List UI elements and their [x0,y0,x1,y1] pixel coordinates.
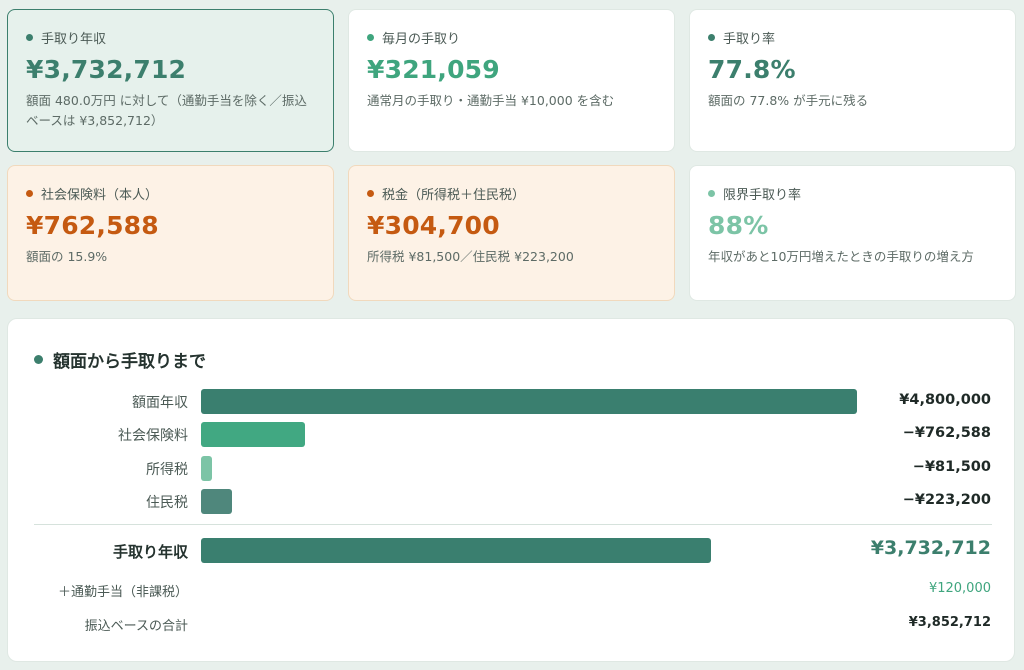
card-net-annual-income: 手取り年収 ¥3,732,712 額面 480.0万円 に対して（通勤手当を除く… [7,9,334,152]
breakdown-row-transfer: 振込ベースの合計 ¥3,852,712 [8,609,1014,639]
breakdown-panel: 額面から手取りまで 額面年収 ¥4,800,000 社会保険料 −¥762,58… [7,318,1015,662]
breakdown-row-social-insurance: 社会保険料 −¥762,588 [8,419,1014,449]
row-value: ¥3,732,712 [870,537,991,559]
card-subtext: 額面の 15.9% [26,249,108,264]
bar-net [201,538,712,563]
card-subtext: 年収があと10万円増えたときの手取りの増え方 [708,249,974,264]
card-value: ¥3,732,712 [26,55,187,84]
card-header: 社会保険料（本人） [26,184,315,203]
card-label: 毎月の手取り [382,31,461,47]
row-value: −¥762,588 [902,425,991,441]
row-value: ¥4,800,000 [899,392,991,408]
card-net-rate: 手取り率 77.8% 額面の 77.8% が手元に残る [689,9,1016,152]
card-subtext: 額面の 77.8% が手元に残る [708,93,869,108]
card-value: ¥321,059 [367,55,500,84]
card-label: 手取り率 [723,31,776,47]
bar-track [201,456,857,481]
breakdown-title-text: 額面から手取りまで [53,352,206,372]
card-value: 88% [708,211,769,240]
status-dot-icon [26,189,33,197]
bar-resident-tax [201,489,232,514]
status-dot-icon [26,33,33,41]
breakdown-row-net: 手取り年収 ¥3,732,712 [8,535,1014,565]
card-value: ¥304,700 [367,211,500,240]
breakdown-row-commute: ＋通勤手当（非課税） ¥120,000 [8,575,1014,605]
bar-gross [201,389,857,414]
bar-track [201,389,857,414]
row-label: ＋通勤手当（非課税） [57,585,188,600]
card-label: 税金（所得税＋住民税） [382,187,526,203]
status-dot-icon [34,355,43,364]
divider [34,524,992,525]
breakdown-row-income-tax: 所得税 −¥81,500 [8,453,1014,483]
card-header: 限界手取り率 [708,184,997,203]
row-value: ¥3,852,712 [908,615,991,630]
card-subtext: 所得税 ¥81,500／住民税 ¥223,200 [367,249,574,264]
card-marginal-rate: 限界手取り率 88% 年収があと10万円増えたときの手取りの増え方 [689,165,1016,301]
row-label: 額面年収 [132,395,188,411]
row-value: −¥223,200 [902,492,991,508]
card-value: ¥762,588 [26,211,159,240]
row-value: ¥120,000 [928,581,991,596]
row-label: 振込ベースの合計 [84,619,188,634]
card-header: 手取り率 [708,28,997,47]
card-value: 77.8% [708,55,796,84]
card-label: 社会保険料（本人） [41,187,159,203]
card-header: 毎月の手取り [367,28,656,47]
card-subtext: 通常月の手取り・通勤手当 ¥10,000 を含む [367,93,615,108]
bar-track [201,538,857,563]
status-dot-icon [367,33,374,41]
card-social-insurance: 社会保険料（本人） ¥762,588 額面の 15.9% [7,165,334,301]
bar-social-insurance [201,422,306,447]
row-label: 社会保険料 [118,428,188,444]
status-dot-icon [367,189,374,197]
card-label: 手取り年収 [41,31,107,47]
card-subtext: 額面 480.0万円 に対して（通勤手当を除く／振込ベースは ¥3,852,71… [26,93,307,128]
row-label: 住民税 [146,495,188,511]
card-header: 手取り年収 [26,28,315,47]
status-dot-icon [708,189,715,197]
bar-track [201,422,857,447]
card-label: 限界手取り率 [723,187,802,203]
card-monthly-net: 毎月の手取り ¥321,059 通常月の手取り・通勤手当 ¥10,000 を含む [348,9,675,152]
bar-income-tax [201,456,213,481]
breakdown-title: 額面から手取りまで [34,347,206,372]
row-label: 所得税 [146,462,188,478]
breakdown-row-resident-tax: 住民税 −¥223,200 [8,486,1014,516]
row-value: −¥81,500 [912,459,991,475]
card-taxes: 税金（所得税＋住民税） ¥304,700 所得税 ¥81,500／住民税 ¥22… [348,165,675,301]
status-dot-icon [708,33,715,41]
bar-track [201,489,857,514]
card-header: 税金（所得税＋住民税） [367,184,656,203]
breakdown-row-gross: 額面年収 ¥4,800,000 [8,386,1014,416]
row-label: 手取り年収 [112,543,188,561]
